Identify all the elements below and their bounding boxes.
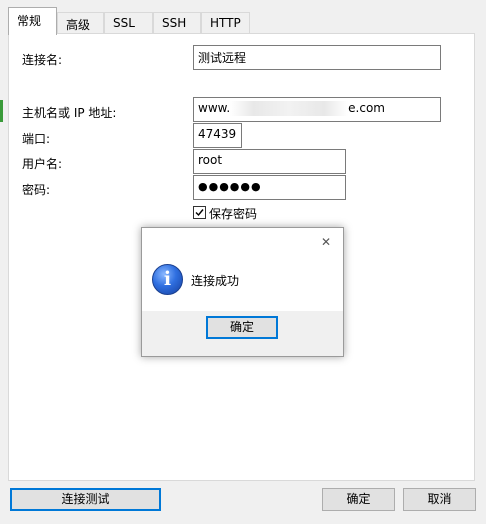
connection-name-field[interactable]: 测试远程 <box>193 45 441 70</box>
checkmark-icon <box>195 209 204 217</box>
ok-button[interactable]: 确定 <box>322 488 395 511</box>
message-dialog: ✕ i 连接成功 确定 <box>141 227 344 357</box>
redacted-hostname <box>230 101 349 116</box>
save-password-checkbox[interactable] <box>193 206 206 219</box>
password-field[interactable]: ●●●●●● <box>193 175 346 200</box>
username-field[interactable]: root <box>193 149 346 174</box>
host-value-prefix: www. <box>198 101 231 115</box>
connection-properties-window: { "tabs": ["常规", "高级", "SSL", "SSH", "HT… <box>0 0 486 524</box>
port-field[interactable]: 47439 <box>193 123 242 148</box>
cancel-button[interactable]: 取消 <box>403 488 476 511</box>
username-label: 用户名: <box>22 157 63 171</box>
host-field[interactable]: www. e.com <box>193 97 441 122</box>
tab-http[interactable]: HTTP <box>201 12 250 34</box>
dialog-ok-button[interactable]: 确定 <box>206 316 278 339</box>
info-icon: i <box>152 264 183 295</box>
port-label: 端口: <box>22 132 51 146</box>
host-value-suffix: e.com <box>348 101 385 115</box>
tab-ssl[interactable]: SSL <box>104 12 153 34</box>
tab-ssh[interactable]: SSH <box>153 12 201 34</box>
host-label: 主机名或 IP 地址: <box>22 106 117 120</box>
dialog-content-area: ✕ i 连接成功 <box>142 228 343 311</box>
background-window-edge <box>0 100 3 122</box>
close-icon[interactable]: ✕ <box>317 233 335 251</box>
tab-general[interactable]: 常规 <box>8 7 57 35</box>
save-password-label[interactable]: 保存密码 <box>209 205 257 222</box>
dialog-message: 连接成功 <box>191 274 240 288</box>
tab-advanced[interactable]: 高级 <box>57 12 104 34</box>
test-connection-button[interactable]: 连接测试 <box>10 488 161 511</box>
password-label: 密码: <box>22 183 51 197</box>
connection-name-label: 连接名: <box>22 53 63 67</box>
